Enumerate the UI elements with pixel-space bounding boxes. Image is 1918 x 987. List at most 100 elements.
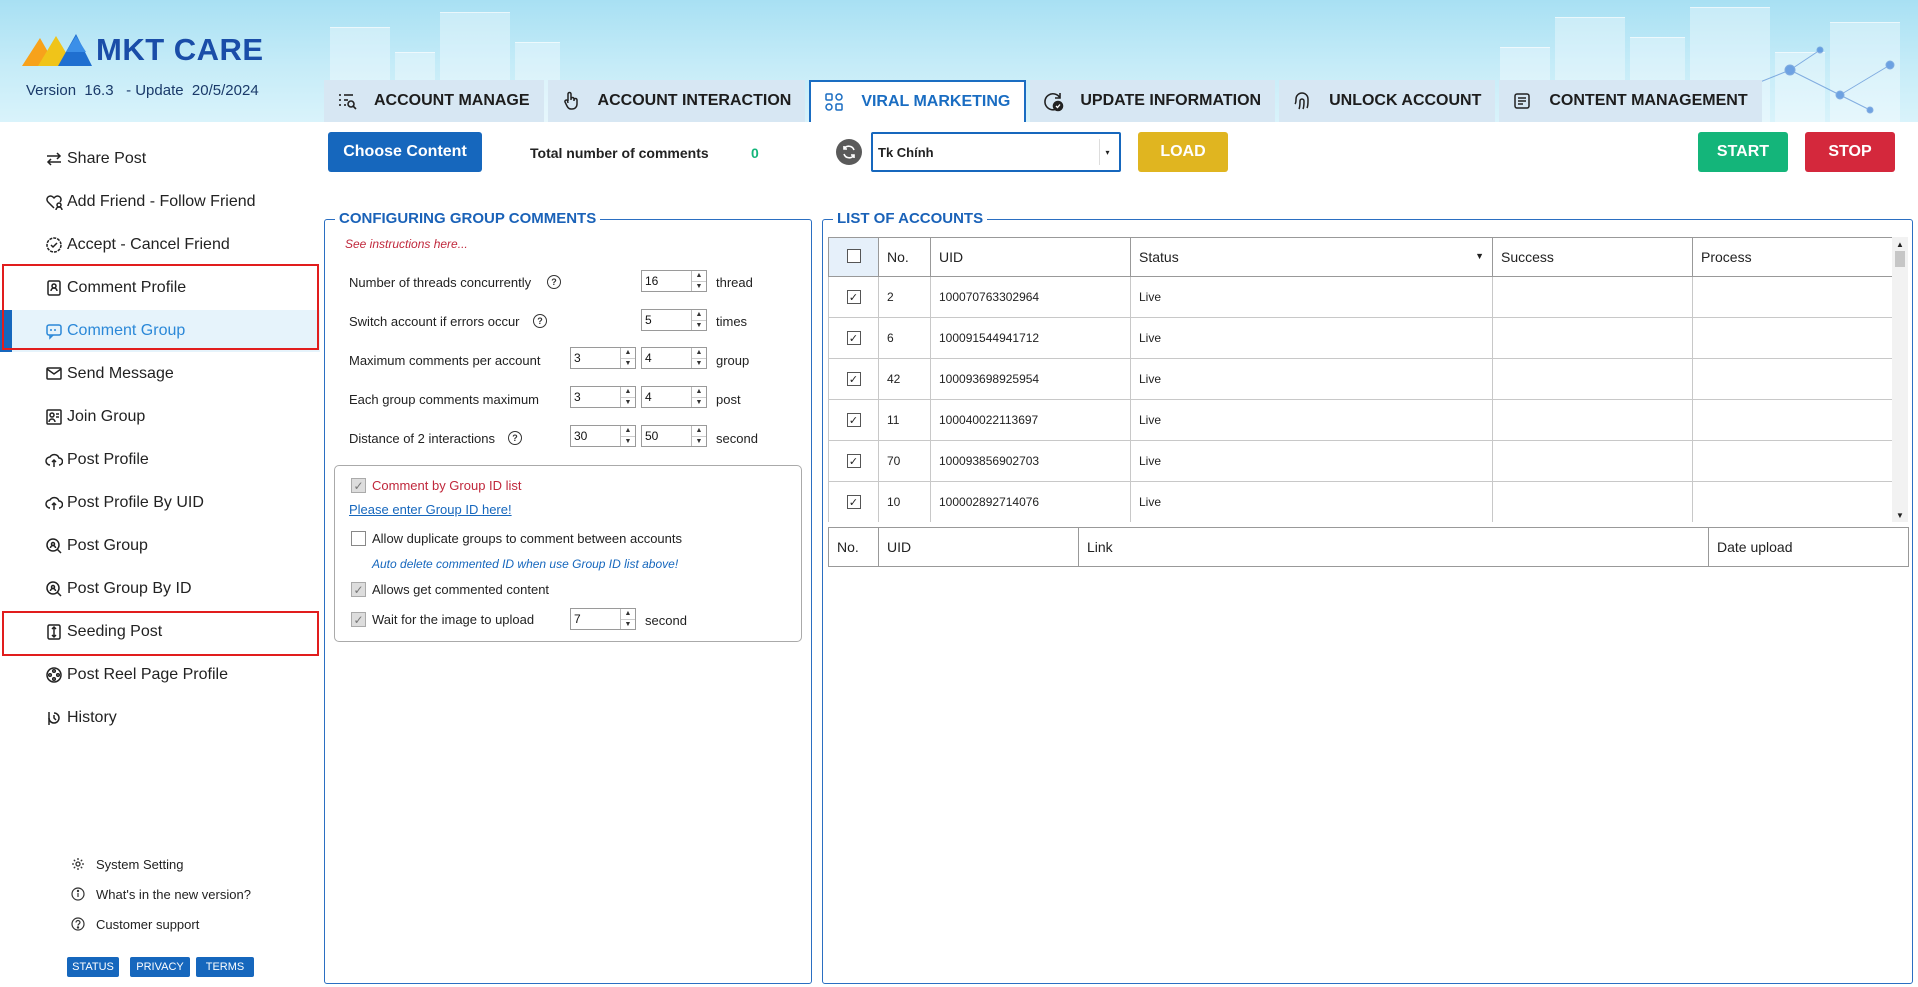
stepper-value: 7 bbox=[574, 612, 581, 626]
customer-support-link[interactable]: Customer support bbox=[70, 913, 199, 935]
col-status[interactable]: Status ▼ bbox=[1130, 237, 1493, 277]
scroll-up-icon[interactable]: ▲ bbox=[1892, 237, 1908, 251]
tab-account-manage[interactable]: ACCOUNT MANAGE bbox=[324, 80, 544, 122]
help-icon[interactable]: ? bbox=[547, 275, 561, 289]
sidebar-item-join-group[interactable]: Join Group bbox=[0, 396, 320, 438]
log-col-link[interactable]: Link bbox=[1078, 527, 1709, 567]
comment-by-group-id-checkbox[interactable]: ✓ bbox=[351, 478, 366, 493]
group-comments-max-stepper[interactable]: 4 ▲ ▼ bbox=[641, 386, 707, 408]
sidebar-item-send-message[interactable]: Send Message bbox=[0, 353, 320, 395]
help-icon[interactable]: ? bbox=[508, 431, 522, 445]
wait-image-stepper[interactable]: 7 ▲ ▼ bbox=[570, 608, 636, 630]
stepper-down-icon[interactable]: ▼ bbox=[692, 398, 706, 408]
row-checkbox[interactable]: ✓ bbox=[846, 372, 861, 387]
stepper-up-icon[interactable]: ▲ bbox=[621, 387, 635, 398]
tab-content-management[interactable]: CONTENT MANAGEMENT bbox=[1499, 80, 1762, 122]
stop-button[interactable]: STOP bbox=[1805, 132, 1895, 172]
stepper-down-icon[interactable]: ▼ bbox=[692, 321, 706, 331]
filter-dropdown-icon[interactable]: ▼ bbox=[1475, 251, 1484, 261]
stepper-down-icon[interactable]: ▼ bbox=[692, 437, 706, 447]
stepper-up-icon[interactable]: ▲ bbox=[692, 387, 706, 398]
sidebar-item-accept-cancel-friend[interactable]: Accept - Cancel Friend bbox=[0, 224, 320, 266]
col-uid[interactable]: UID bbox=[930, 237, 1131, 277]
stepper-up-icon[interactable]: ▲ bbox=[621, 426, 635, 437]
sidebar-item-history[interactable]: History bbox=[0, 697, 320, 739]
sidebar-item-comment-profile[interactable]: Comment Profile bbox=[0, 267, 320, 309]
col-success[interactable]: Success bbox=[1492, 237, 1693, 277]
select-all-checkbox[interactable] bbox=[846, 248, 861, 263]
whats-new-link[interactable]: What's in the new version? bbox=[70, 883, 251, 905]
load-button[interactable]: LOAD bbox=[1138, 132, 1228, 172]
tab-label: CONTENT MANAGEMENT bbox=[1549, 92, 1748, 109]
col-process[interactable]: Process bbox=[1692, 237, 1892, 277]
tab-update-information[interactable]: UPDATE INFORMATION bbox=[1030, 80, 1276, 122]
enter-group-id-link[interactable]: Please enter Group ID here! bbox=[349, 502, 512, 517]
choose-content-button[interactable]: Choose Content bbox=[328, 132, 482, 172]
scroll-thumb[interactable] bbox=[1895, 251, 1905, 267]
sidebar-item-post-profile[interactable]: Post Profile bbox=[0, 439, 320, 481]
scroll-down-icon[interactable]: ▼ bbox=[1892, 508, 1908, 522]
account-select[interactable]: Tk Chính ▾ bbox=[871, 132, 1121, 172]
privacy-button[interactable]: PRIVACY bbox=[130, 957, 190, 977]
stepper-down-icon[interactable]: ▼ bbox=[621, 398, 635, 408]
stepper-down-icon[interactable]: ▼ bbox=[692, 359, 706, 369]
stepper-down-icon[interactable]: ▼ bbox=[621, 437, 635, 447]
status-button[interactable]: STATUS bbox=[67, 957, 119, 977]
stepper-up-icon[interactable]: ▲ bbox=[621, 609, 635, 620]
stepper-up-icon[interactable]: ▲ bbox=[692, 426, 706, 437]
row-checkbox[interactable]: ✓ bbox=[846, 413, 861, 428]
select-all-cell[interactable] bbox=[828, 237, 879, 277]
table-row[interactable]: ✓ 42 100093698925954 Live bbox=[828, 358, 1892, 400]
max-comments-account-max-stepper[interactable]: 4 ▲ ▼ bbox=[641, 347, 707, 369]
threads-stepper[interactable]: 16 ▲ ▼ bbox=[641, 270, 707, 292]
help-icon[interactable]: ? bbox=[533, 314, 547, 328]
sidebar-item-comment-group[interactable]: Comment Group bbox=[0, 310, 320, 352]
table-row[interactable]: ✓ 6 100091544941712 Live bbox=[828, 317, 1892, 359]
interaction-distance-max-stepper[interactable]: 50 ▲ ▼ bbox=[641, 425, 707, 447]
log-col-no[interactable]: No. bbox=[828, 527, 879, 567]
table-row[interactable]: ✓ 2 100070763302964 Live bbox=[828, 276, 1892, 318]
row-checkbox[interactable]: ✓ bbox=[846, 495, 861, 510]
allow-duplicate-checkbox[interactable] bbox=[351, 531, 366, 546]
sidebar-item-post-profile-by-uid[interactable]: Post Profile By UID bbox=[0, 482, 320, 524]
system-setting-link[interactable]: System Setting bbox=[70, 853, 183, 875]
sidebar-item-post-reel[interactable]: Post Reel Page Profile bbox=[0, 654, 320, 696]
stepper-down-icon[interactable]: ▼ bbox=[621, 359, 635, 369]
help-icon bbox=[70, 916, 86, 932]
max-comments-account-min-stepper[interactable]: 3 ▲ ▼ bbox=[570, 347, 636, 369]
log-col-uid[interactable]: UID bbox=[878, 527, 1079, 567]
start-button[interactable]: START bbox=[1698, 132, 1788, 172]
sidebar-item-seeding-post[interactable]: Seeding Post bbox=[0, 611, 320, 653]
tab-viral-marketing[interactable]: VIRAL MARKETING bbox=[809, 80, 1027, 122]
log-col-date-upload[interactable]: Date upload bbox=[1708, 527, 1909, 567]
sidebar-item-post-group[interactable]: Post Group bbox=[0, 525, 320, 567]
sidebar-item-share-post[interactable]: Share Post bbox=[0, 138, 320, 180]
group-comments-min-stepper[interactable]: 3 ▲ ▼ bbox=[570, 386, 636, 408]
table-row[interactable]: ✓ 10 100002892714076 Live bbox=[828, 481, 1892, 522]
table-row[interactable]: ✓ 70 100093856902703 Live bbox=[828, 440, 1892, 482]
col-no[interactable]: No. bbox=[878, 237, 931, 277]
row-checkbox[interactable]: ✓ bbox=[846, 290, 861, 305]
interaction-distance-min-stepper[interactable]: 30 ▲ ▼ bbox=[570, 425, 636, 447]
stepper-up-icon[interactable]: ▲ bbox=[692, 348, 706, 359]
stepper-down-icon[interactable]: ▼ bbox=[692, 282, 706, 292]
switch-account-stepper[interactable]: 5 ▲ ▼ bbox=[641, 309, 707, 331]
tab-unlock-account[interactable]: UNLOCK ACCOUNT bbox=[1279, 80, 1496, 122]
tab-account-interaction[interactable]: ACCOUNT INTERACTION bbox=[547, 80, 806, 122]
accounts-scrollbar[interactable]: ▲ ▼ bbox=[1892, 237, 1908, 522]
sidebar-item-post-group-by-id[interactable]: Post Group By ID bbox=[0, 568, 320, 610]
row-checkbox[interactable]: ✓ bbox=[846, 331, 861, 346]
terms-button[interactable]: TERMS bbox=[196, 957, 254, 977]
stepper-up-icon[interactable]: ▲ bbox=[692, 310, 706, 321]
history-icon bbox=[44, 708, 64, 728]
refresh-icon[interactable] bbox=[836, 139, 862, 165]
instructions-link[interactable]: See instructions here... bbox=[345, 237, 468, 251]
stepper-up-icon[interactable]: ▲ bbox=[692, 271, 706, 282]
wait-image-checkbox[interactable]: ✓ bbox=[351, 612, 366, 627]
sidebar-item-add-friend[interactable]: Add Friend - Follow Friend bbox=[0, 181, 320, 223]
stepper-up-icon[interactable]: ▲ bbox=[621, 348, 635, 359]
stepper-down-icon[interactable]: ▼ bbox=[621, 620, 635, 630]
table-row[interactable]: ✓ 11 100040022113697 Live bbox=[828, 399, 1892, 441]
row-checkbox[interactable]: ✓ bbox=[846, 454, 861, 469]
allows-get-content-checkbox[interactable]: ✓ bbox=[351, 582, 366, 597]
